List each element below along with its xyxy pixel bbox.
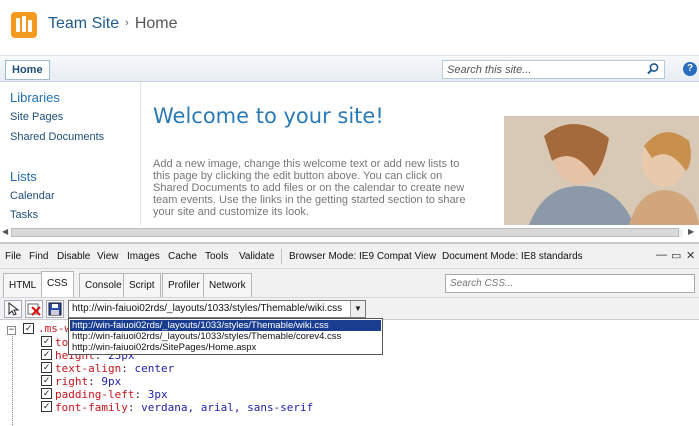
declaration-colon: : (121, 362, 135, 375)
nav-item-site-pages[interactable]: Site Pages (10, 111, 63, 123)
css-toolbar: http://win-faiuoi02rds/_layouts/1033/sty… (0, 297, 699, 319)
chevron-down-icon[interactable]: ▼ (350, 301, 365, 317)
nav-heading-libraries[interactable]: Libraries (10, 90, 60, 105)
declaration-property[interactable]: padding-left (55, 388, 134, 401)
tab-profiler[interactable]: Profiler (162, 273, 206, 297)
declaration-value[interactable]: 3px (148, 388, 168, 401)
tab-html[interactable]: HTML (3, 273, 43, 297)
breadcrumb-current: Home (134, 15, 178, 32)
css-search-placeholder: Search CSS... (450, 278, 514, 289)
welcome-text: Add a new image, change this welcome tex… (153, 158, 466, 218)
save-button[interactable] (46, 300, 64, 318)
nav-item-shared-documents[interactable]: Shared Documents (10, 131, 104, 143)
top-nav-home[interactable]: Home (5, 60, 50, 80)
tree-connector (12, 329, 13, 426)
main-content: Welcome to your site! Add a new image, c… (142, 82, 699, 225)
close-icon[interactable]: ✕ (686, 249, 695, 262)
menu-disable[interactable]: Disable (57, 251, 90, 262)
nav-item-calendar[interactable]: Calendar (10, 190, 55, 202)
declaration-text: font-family: verdana, arial, sans-serif (55, 401, 313, 414)
declaration-value[interactable]: center (134, 362, 174, 375)
scroll-right-icon[interactable]: ▶ (688, 227, 694, 236)
declaration-text: right: 9px (55, 375, 121, 388)
rule-checkbox[interactable]: ✓ (23, 323, 34, 334)
undock-icon[interactable]: ▭ (671, 249, 681, 262)
quick-launch: Libraries Site Pages Shared Documents Li… (0, 82, 141, 225)
rule-selector[interactable]: .ms-w (38, 322, 71, 335)
declaration-value[interactable]: 9px (101, 375, 121, 388)
declaration-text: padding-left: 3px (55, 388, 168, 401)
scroll-left-icon[interactable]: ◀ (2, 227, 8, 236)
nav-item-tasks[interactable]: Tasks (10, 209, 38, 221)
declaration-checkbox[interactable]: ✓ (41, 388, 52, 399)
menubar-divider (281, 249, 282, 264)
tab-script[interactable]: Script (123, 273, 161, 297)
search-icon[interactable] (646, 62, 660, 76)
save-icon (48, 302, 62, 316)
help-icon[interactable]: ? (683, 62, 697, 76)
declaration-checkbox[interactable]: ✓ (41, 349, 52, 360)
stylesheet-option[interactable]: http://win-faiuoi02rds/_layouts/1033/sty… (70, 331, 381, 342)
nav-heading-lists[interactable]: Lists (10, 169, 37, 184)
stylesheet-option[interactable]: http://win-faiuoi02rds/_layouts/1033/sty… (70, 320, 381, 331)
declaration-property[interactable]: font-family (55, 401, 128, 414)
breadcrumb-separator: › (125, 17, 129, 29)
declaration-value[interactable]: verdana, arial, sans-serif (141, 401, 313, 414)
welcome-image (504, 116, 699, 225)
declaration-checkbox[interactable]: ✓ (41, 362, 52, 373)
menu-cache[interactable]: Cache (168, 251, 197, 262)
stylesheet-option[interactable]: http://win-faiuoi02rds/SitePages/Home.as… (70, 342, 381, 353)
menu-view[interactable]: View (97, 251, 119, 262)
clear-icon (27, 303, 41, 316)
page-title: Welcome to your site! (153, 104, 384, 128)
welcome-photo-graphic (504, 116, 699, 225)
stylesheet-select[interactable]: http://win-faiuoi02rds/_layouts/1033/sty… (68, 300, 366, 318)
menu-validate[interactable]: Validate (239, 251, 274, 262)
top-navigation: Home Search this site... (0, 55, 699, 82)
site-search-input[interactable]: Search this site... (442, 60, 665, 79)
select-element-button[interactable] (4, 300, 22, 318)
scrollbar-thumb[interactable] (11, 228, 679, 237)
declaration-text: text-align: center (55, 362, 174, 375)
clear-button[interactable] (25, 300, 43, 318)
tab-console[interactable]: Console (79, 273, 128, 297)
collapse-icon[interactable]: − (7, 326, 16, 335)
browser-mode-menu[interactable]: Browser Mode: IE9 Compat View (289, 251, 436, 262)
menu-find[interactable]: Find (29, 251, 48, 262)
menu-file[interactable]: File (5, 251, 21, 262)
stylesheet-dropdown-list: http://win-faiuoi02rds/_layouts/1033/sty… (68, 318, 383, 355)
declaration-colon: : (88, 375, 102, 388)
declaration-property[interactable]: text-align (55, 362, 121, 375)
devtools-tabbar: HTML CSS Console Script Profiler Network… (0, 270, 699, 297)
menu-tools[interactable]: Tools (205, 251, 228, 262)
declaration-checkbox[interactable]: ✓ (41, 336, 52, 347)
tab-css[interactable]: CSS (41, 271, 74, 297)
breadcrumb: Team Site › Home (48, 15, 178, 33)
stylesheet-select-value: http://win-faiuoi02rds/_layouts/1033/sty… (72, 303, 343, 314)
devtools-menubar: File Find Disable View Images Cache Tool… (0, 244, 699, 269)
cursor-arrow-icon (8, 301, 20, 316)
tab-network[interactable]: Network (203, 273, 252, 297)
declaration-property[interactable]: right (55, 375, 88, 388)
declaration-colon: : (134, 388, 148, 401)
page-horizontal-scrollbar[interactable]: ◀ ▶ (0, 225, 699, 242)
css-search-input[interactable]: Search CSS... (445, 274, 695, 293)
site-header: Team Site › Home (0, 0, 699, 55)
declaration-checkbox[interactable]: ✓ (41, 375, 52, 386)
sharepoint-logo-icon[interactable] (11, 12, 37, 38)
document-mode-menu[interactable]: Document Mode: IE8 standards (442, 251, 583, 262)
declaration-checkbox[interactable]: ✓ (41, 401, 52, 412)
menu-images[interactable]: Images (127, 251, 160, 262)
minimize-icon[interactable]: — (656, 249, 667, 261)
site-title-link[interactable]: Team Site (48, 15, 119, 32)
declaration-colon: : (127, 401, 142, 414)
site-search-placeholder: Search this site... (447, 64, 532, 76)
